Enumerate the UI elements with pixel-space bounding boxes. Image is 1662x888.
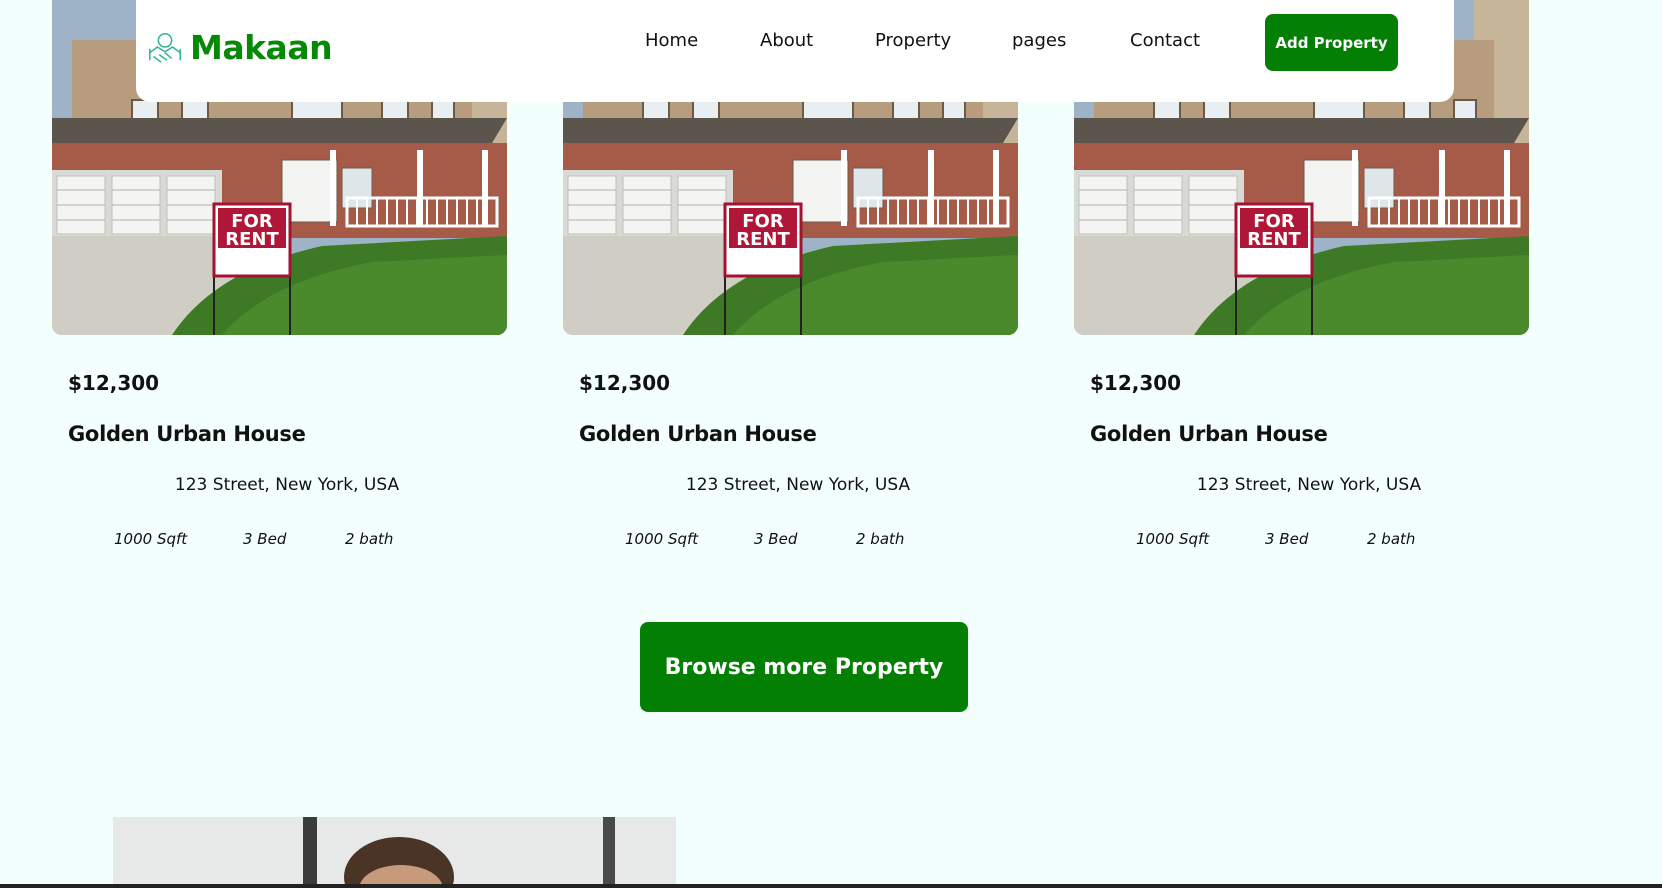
- property-title[interactable]: Golden Urban House: [579, 422, 817, 446]
- nav-about[interactable]: About: [760, 30, 813, 51]
- property-title[interactable]: Golden Urban House: [68, 422, 306, 446]
- property-baths: 2 bath: [345, 530, 394, 548]
- property-beds: 3 Bed: [754, 530, 798, 548]
- property-area: 1000 Sqft: [114, 530, 188, 548]
- nav-property[interactable]: Property: [875, 30, 951, 51]
- nav-pages[interactable]: pages: [1012, 30, 1066, 51]
- svg-text:RENT: RENT: [225, 229, 279, 250]
- add-property-button[interactable]: Add Property: [1265, 14, 1398, 71]
- property-title[interactable]: Golden Urban House: [1090, 422, 1328, 446]
- property-beds: 3 Bed: [1265, 530, 1309, 548]
- browse-more-property-button[interactable]: Browse more Property: [640, 622, 968, 712]
- svg-text:RENT: RENT: [1247, 229, 1301, 250]
- navbar: Makaan Home About Property pages Contact…: [136, 0, 1454, 102]
- svg-text:RENT: RENT: [736, 229, 790, 250]
- property-address: 123 Street, New York, USA: [1196, 475, 1422, 495]
- property-price: $12,300: [1090, 371, 1182, 395]
- property-baths: 2 bath: [1367, 530, 1416, 548]
- property-price: $12,300: [68, 371, 160, 395]
- nav-home[interactable]: Home: [645, 30, 698, 51]
- property-address: 123 Street, New York, USA: [174, 475, 400, 495]
- property-price: $12,300: [579, 371, 671, 395]
- agent-photo: [113, 817, 676, 888]
- bottom-divider: [0, 884, 1662, 888]
- property-beds: 3 Bed: [243, 530, 287, 548]
- property-baths: 2 bath: [856, 530, 905, 548]
- property-address: 123 Street, New York, USA: [685, 475, 911, 495]
- nav-contact[interactable]: Contact: [1130, 30, 1200, 51]
- nav-menu: Home About Property pages Contact: [136, 0, 1454, 84]
- property-area: 1000 Sqft: [1136, 530, 1210, 548]
- property-area: 1000 Sqft: [625, 530, 699, 548]
